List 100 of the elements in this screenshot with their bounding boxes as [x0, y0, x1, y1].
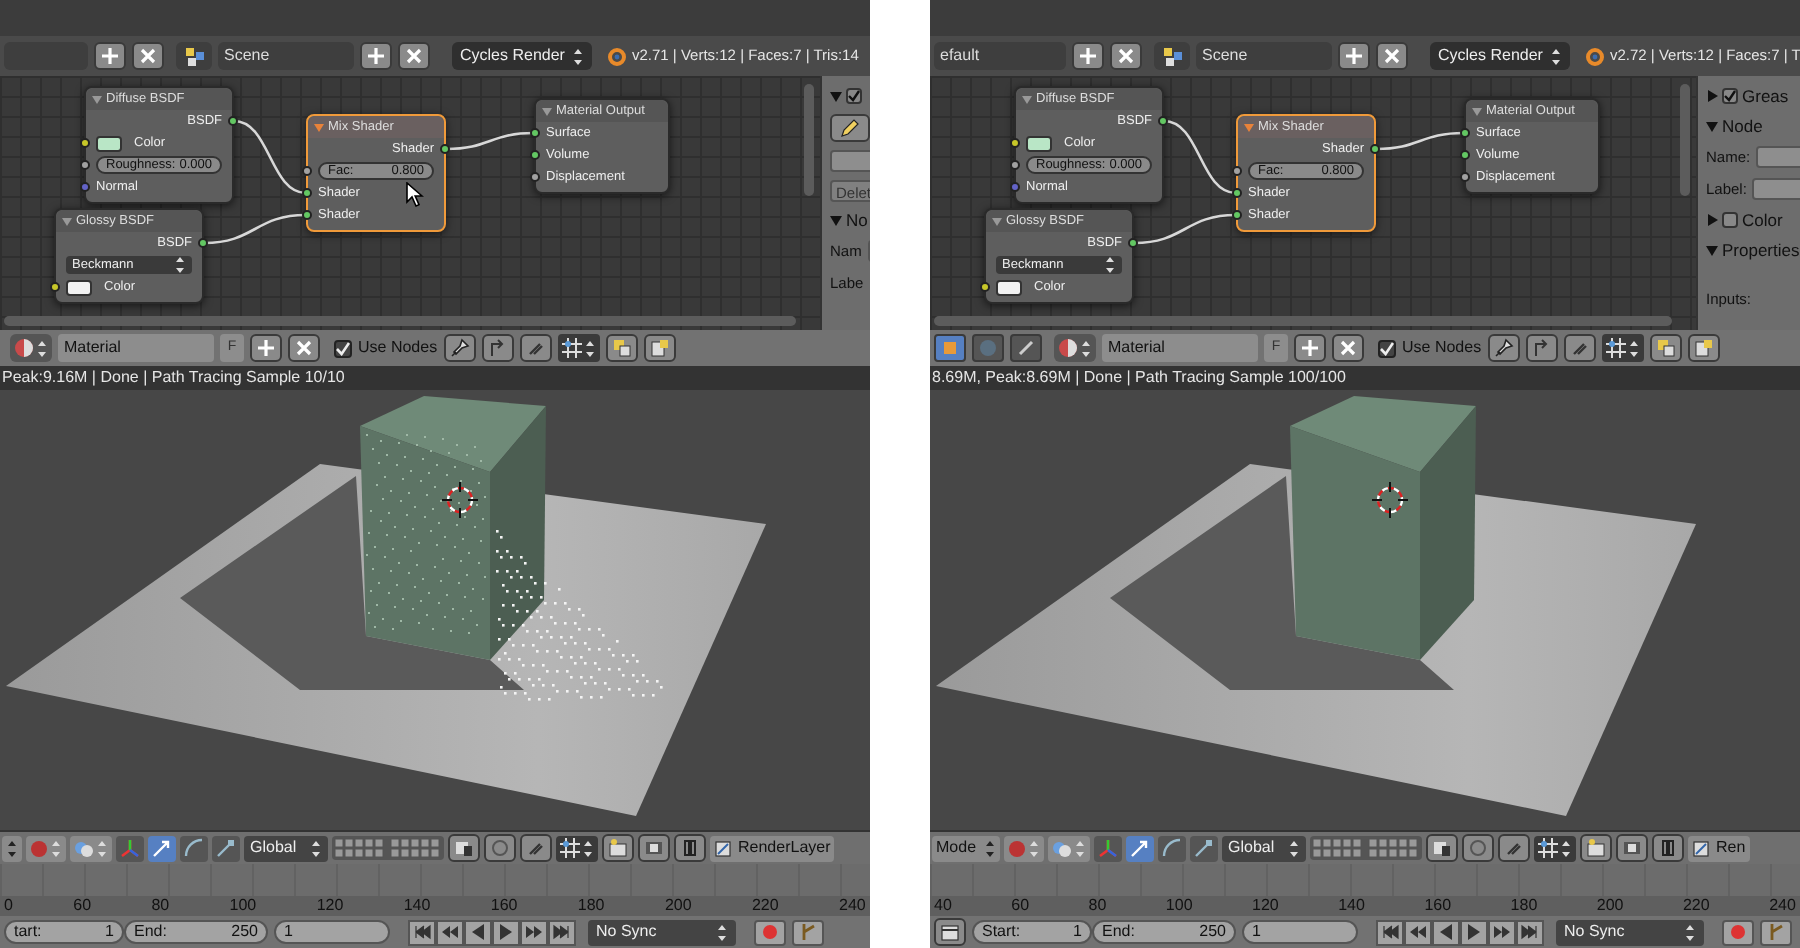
add-button[interactable] [1072, 42, 1104, 70]
pivot-dropdown[interactable] [70, 835, 112, 861]
checkbox[interactable] [846, 88, 862, 104]
pencil-button[interactable] [830, 114, 870, 142]
snap-element-dropdown[interactable] [1601, 334, 1644, 362]
scene-selector-button[interactable] [1154, 42, 1190, 70]
scene-selector-button[interactable] [176, 42, 212, 70]
snap-toggle-button[interactable] [1498, 834, 1531, 862]
horizontal-scrollbar[interactable] [4, 316, 796, 326]
material-browse-button[interactable] [10, 334, 52, 362]
keying-set-button[interactable] [792, 919, 824, 945]
keying-set-button[interactable] [1760, 919, 1792, 945]
material-name-field[interactable]: Material [58, 334, 214, 362]
mode-dropdown[interactable] [2, 835, 22, 861]
snap-toggle-button[interactable] [520, 834, 552, 862]
snap-element-dropdown[interactable] [1534, 835, 1577, 861]
orientation-dropdown[interactable]: Global [244, 835, 328, 861]
lock-layers-button[interactable] [1426, 834, 1459, 862]
end-frame-field[interactable]: End: 250 [124, 920, 268, 944]
sync-mode-dropdown[interactable]: No Sync [588, 919, 736, 945]
parent-button[interactable] [1525, 334, 1558, 362]
copy-button[interactable] [1649, 334, 1682, 362]
render-layer-field[interactable]: Ren [1688, 835, 1750, 861]
jump-start-button[interactable] [1376, 919, 1404, 945]
add-button[interactable] [250, 334, 282, 362]
color-swatch[interactable] [96, 135, 122, 151]
pause-button[interactable] [1652, 834, 1685, 862]
add-button[interactable] [94, 42, 126, 70]
play-reverse-button[interactable] [1432, 919, 1460, 945]
next-keyframe-button[interactable] [520, 919, 548, 945]
rotate-button[interactable] [1158, 835, 1187, 861]
snap-toggle-button[interactable] [1563, 334, 1596, 362]
close-button[interactable] [1332, 334, 1364, 362]
snap-element-dropdown[interactable] [557, 334, 600, 362]
paste-button[interactable] [1687, 334, 1720, 362]
add-button[interactable] [1338, 42, 1370, 70]
color-swatch[interactable] [996, 279, 1022, 295]
panel-heading[interactable]: Properties [1722, 237, 1800, 263]
shading-dropdown[interactable] [26, 835, 66, 861]
sync-mode-dropdown[interactable]: No Sync [1556, 919, 1704, 945]
color-swatch[interactable] [66, 279, 92, 295]
jump-start-button[interactable] [408, 919, 436, 945]
panel-heading[interactable]: Greas [1742, 83, 1789, 109]
material-browse-button[interactable] [1054, 334, 1096, 362]
menu-button[interactable] [934, 918, 966, 946]
tree-type-button[interactable] [1010, 334, 1042, 362]
previous-keyframe-button[interactable] [1404, 919, 1432, 945]
panel-heading[interactable]: Color [1742, 207, 1783, 233]
render-animation-button[interactable] [638, 834, 670, 862]
scale-button[interactable] [1190, 835, 1219, 861]
checkbox[interactable] [1722, 212, 1738, 228]
layout-field[interactable]: efault [934, 42, 1066, 70]
horizontal-scrollbar[interactable] [934, 316, 1672, 326]
shading-dropdown[interactable] [1004, 835, 1045, 861]
close-button[interactable] [288, 334, 320, 362]
manipulator-toggle-button[interactable] [116, 835, 144, 861]
play-button[interactable] [1460, 919, 1488, 945]
scene-field[interactable]: Scene [218, 42, 354, 70]
start-frame-field[interactable]: Start: 1 [972, 920, 1092, 944]
checkbox[interactable] [334, 339, 352, 357]
translate-button[interactable] [148, 835, 176, 861]
parent-button[interactable] [481, 334, 514, 362]
rotate-button[interactable] [180, 835, 208, 861]
panel-heading[interactable]: Node [1722, 113, 1763, 139]
pin-button[interactable] [443, 334, 476, 362]
orientation-dropdown[interactable]: Global [1222, 835, 1307, 861]
manipulator-toggle-button[interactable] [1094, 835, 1123, 861]
next-keyframe-button[interactable] [1488, 919, 1516, 945]
color-swatch[interactable] [1026, 135, 1052, 151]
render-engine-dropdown[interactable]: Cycles Render [452, 42, 592, 70]
current-frame-field[interactable]: 1 [274, 920, 390, 944]
copy-button[interactable] [605, 334, 638, 362]
material-name-field[interactable]: Material [1102, 334, 1258, 362]
checkbox[interactable] [1378, 339, 1396, 357]
close-button[interactable] [1376, 42, 1408, 70]
previous-keyframe-button[interactable] [436, 919, 464, 945]
render-engine-dropdown[interactable]: Cycles Render [1430, 42, 1570, 70]
current-frame-field[interactable]: 1 [1242, 920, 1358, 944]
pin-button[interactable] [1487, 334, 1520, 362]
snap-toggle-button[interactable] [519, 334, 552, 362]
end-frame-field[interactable]: End: 250 [1092, 920, 1236, 944]
scale-button[interactable] [212, 835, 240, 861]
checkbox[interactable] [1722, 88, 1738, 104]
render-still-button[interactable] [602, 834, 634, 862]
panel-heading[interactable]: No [846, 207, 868, 233]
record-button[interactable] [754, 919, 786, 945]
mode-dropdown[interactable]: Mode [932, 835, 1001, 861]
translate-button[interactable] [1126, 835, 1155, 861]
vertical-scrollbar[interactable] [804, 84, 814, 196]
start-frame-field[interactable]: tart: 1 [4, 920, 124, 944]
vertical-scrollbar[interactable] [1680, 84, 1690, 196]
jump-end-button[interactable] [1516, 919, 1544, 945]
add-button[interactable] [1294, 334, 1326, 362]
jump-end-button[interactable] [548, 919, 576, 945]
scene-field[interactable]: Scene [1196, 42, 1332, 70]
close-button[interactable] [398, 42, 430, 70]
play-button[interactable] [492, 919, 520, 945]
render-animation-button[interactable] [1616, 834, 1649, 862]
paste-button[interactable] [643, 334, 676, 362]
play-reverse-button[interactable] [464, 919, 492, 945]
